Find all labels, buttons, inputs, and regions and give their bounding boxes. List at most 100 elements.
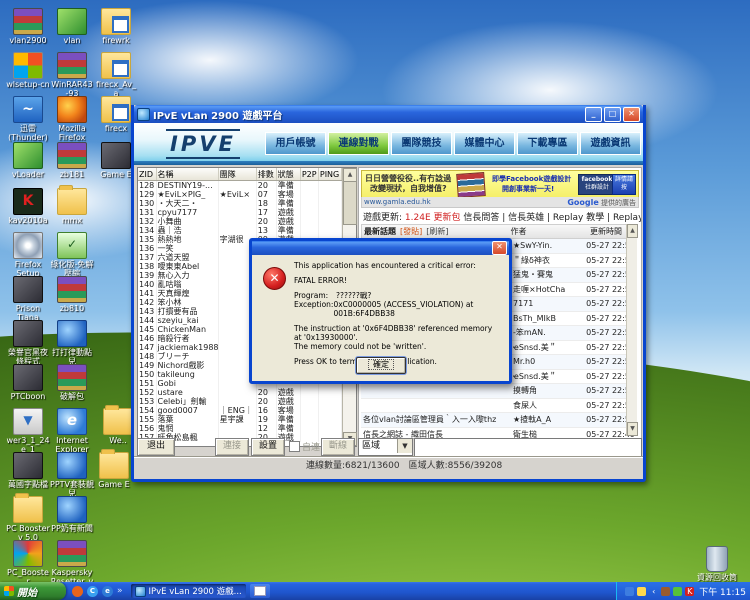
- player-row[interactable]: 152ustare20遊戲: [138, 388, 342, 397]
- connect-button[interactable]: 連接: [215, 438, 249, 456]
- desktop-icon-pc-booster[interactable]: PC_Booster: [6, 540, 50, 586]
- player-cell: 鬼惘: [156, 424, 218, 433]
- task-button[interactable]: [250, 584, 270, 598]
- topic-row[interactable]: 各位vlan討論區管理員｀入一入嚟thz★揸軚A_A05-27 22:50: [361, 413, 637, 428]
- tab-媒體中心[interactable]: 媒體中心: [454, 132, 515, 155]
- region-search-input[interactable]: [414, 438, 642, 458]
- messenger-tray-icon[interactable]: [661, 587, 670, 596]
- desktop-icon-破解包[interactable]: 破解包: [50, 364, 94, 401]
- player-row[interactable]: 153Celebi」劍輸20遊戲: [138, 397, 342, 406]
- player-row[interactable]: 134蟲｜浩13準備: [138, 226, 342, 235]
- refresh-link[interactable]: [刷新]: [426, 226, 448, 237]
- display-icon[interactable]: [625, 587, 634, 596]
- desktop-icon-zb181[interactable]: zb181: [50, 142, 94, 179]
- desktop-icon-firecx-av-a[interactable]: firecx_Av_a: [94, 52, 138, 98]
- minimize-button[interactable]: _: [585, 107, 602, 122]
- player-row[interactable]: 154good0007｜ENG｜16客場: [138, 406, 342, 415]
- desktop-icon-wlsetup-cn[interactable]: wlsetup-cn: [6, 52, 50, 89]
- column-header-名稱[interactable]: 名稱: [156, 168, 218, 181]
- ad-banner[interactable]: 日日營營役役..有冇諗過 改變現狀，自我增值? 即學Facebook遊戲設計 開…: [361, 170, 639, 198]
- desktop-icon-榮譽官黑夜條程式[interactable]: 榮譽官黑夜條程式: [6, 320, 50, 366]
- notes-icon[interactable]: [637, 587, 646, 596]
- desktop-icon-prison-tiana[interactable]: Prison Tiana: [6, 276, 50, 322]
- post-link[interactable]: [發貼]: [400, 226, 422, 237]
- column-header-PING[interactable]: PING: [318, 168, 341, 181]
- close-button[interactable]: ✕: [623, 107, 640, 122]
- messenger-icon[interactable]: C: [87, 586, 98, 597]
- scroll-up-icon[interactable]: ▲: [343, 168, 357, 182]
- update-links[interactable]: 信長問答 | 信長英雄 | Replay 教學 | Replay 舉報: [463, 213, 642, 223]
- desktop-icon-pp奶有新聞[interactable]: PP奶有新聞: [50, 496, 94, 533]
- desktop-icon-萬國字點檔[interactable]: 萬國字點檔: [6, 452, 50, 489]
- desktop-icon-vlan[interactable]: vlan: [50, 8, 94, 45]
- desktop-icon-winrar43-93[interactable]: WinRAR43-93: [50, 52, 94, 98]
- desktop-icon-ptcboon[interactable]: PTCboon: [6, 364, 50, 401]
- chevron-right-icon[interactable]: »: [117, 586, 123, 596]
- ad-url[interactable]: www.gamla.edu.hk: [364, 198, 431, 206]
- desktop-icon-zb810[interactable]: zb810: [50, 276, 94, 313]
- player-row[interactable]: 132小舞曲20遊戲: [138, 217, 342, 226]
- desktop-icon-pptv套裝靚兒[interactable]: PPTV套裝靚兒: [50, 452, 94, 498]
- desktop-icon-迅雷-thunder-[interactable]: ~迅雷(Thunder): [6, 96, 50, 142]
- topic-row[interactable]: 食屎人05-27 22:51: [361, 399, 637, 414]
- column-header-排數[interactable]: 排數: [256, 168, 276, 181]
- desktop-icon-game-e[interactable]: Game E: [92, 452, 136, 489]
- region-dropdown[interactable]: 區域 ▼: [358, 438, 413, 456]
- desktop-icon-打打律動點兒[interactable]: 打打律動點兒: [50, 320, 94, 366]
- desktop-icon-pc-booster-v-5-0[interactable]: PC Booster v 5.0: [6, 496, 50, 542]
- topics-scrollbar[interactable]: ▲ ▼: [626, 224, 637, 436]
- ad-details-button[interactable]: 詳情請按: [612, 174, 636, 195]
- desktop-icon-綠化版-免解壓縮[interactable]: ✓綠化版-免解壓縮: [50, 232, 94, 278]
- tab-連線對戰[interactable]: 連線對戰: [328, 132, 389, 155]
- kaspersky-icon[interactable]: K: [685, 587, 694, 596]
- dialog-close-button[interactable]: ✕: [492, 241, 507, 255]
- player-row[interactable]: 131cpyu717717遊戲: [138, 208, 342, 217]
- disconnect-button[interactable]: 斷線: [321, 438, 355, 456]
- column-header-P2P[interactable]: P2P: [300, 168, 318, 181]
- column-header-狀態[interactable]: 狀態: [276, 168, 300, 181]
- tab-團隊競技[interactable]: 團隊競技: [391, 132, 452, 155]
- scroll-down-icon[interactable]: ▼: [627, 422, 638, 436]
- energy-icon[interactable]: [673, 587, 682, 596]
- desktop-icon-wer3-1-24e-1[interactable]: ▼wer3_1_24e_1: [6, 408, 50, 454]
- checkbox-box[interactable]: [289, 441, 300, 452]
- column-header-ZID[interactable]: ZID: [138, 168, 156, 181]
- task-button[interactable]: IPvE vLan 2900 遊戲...: [131, 584, 246, 598]
- player-table-header[interactable]: ZID名稱團隊排數狀態P2PPING: [138, 168, 342, 181]
- auto-connect-checkbox[interactable]: 自連: [289, 440, 320, 453]
- maximize-button[interactable]: □: [604, 107, 621, 122]
- chevron-down-icon[interactable]: ▼: [397, 439, 412, 453]
- player-row[interactable]: 156鬼惘12準備: [138, 424, 342, 433]
- desktop-icon-internet-explorer[interactable]: eInternet Explorer: [50, 408, 94, 454]
- scroll-up-icon[interactable]: ▲: [627, 224, 638, 238]
- chevron-left-icon[interactable]: ‹: [649, 587, 658, 596]
- desktop-icon-mmx[interactable]: mmx: [50, 188, 94, 225]
- tab-用戶帳號[interactable]: 用戶帳號: [265, 132, 326, 155]
- desktop-icon-firewrk[interactable]: firewrk: [94, 8, 138, 45]
- player-row[interactable]: 155落葉星宇課19準備: [138, 415, 342, 424]
- desktop-icon-vloader[interactable]: vLoader: [6, 142, 50, 179]
- desktop-icon-mozilla-firefox[interactable]: Mozilla Firefox: [50, 96, 94, 142]
- recycle-bin-icon[interactable]: 資源回收筒: [688, 546, 746, 583]
- scroll-thumb[interactable]: [343, 181, 357, 225]
- desktop-icon-kav2010a[interactable]: Kkav2010a: [6, 188, 50, 225]
- topic-title[interactable]: 各位vlan討論區管理員｀入一入嚟thz: [361, 414, 513, 425]
- exit-button[interactable]: 退出: [137, 438, 175, 456]
- settings-button[interactable]: 設置: [251, 438, 285, 456]
- column-header-團隊[interactable]: 團隊: [218, 168, 256, 181]
- window-titlebar[interactable]: IPvE vLan 2900 遊戲平台 _ □ ✕: [134, 105, 643, 123]
- winrar-icon: [57, 52, 87, 79]
- start-button[interactable]: 開始: [0, 582, 66, 600]
- player-row[interactable]: 129★EviL×PIG_★EviL×07客場: [138, 190, 342, 199]
- dialog-titlebar[interactable]: ✕: [252, 241, 509, 255]
- ie-icon[interactable]: e: [102, 586, 113, 597]
- player-row[interactable]: 128DESTINY19-...20準備: [138, 181, 342, 191]
- tab-下載專區[interactable]: 下載專區: [517, 132, 578, 155]
- player-row[interactable]: 130・大天二・18準備: [138, 199, 342, 208]
- ok-button[interactable]: 確定: [356, 357, 406, 374]
- desktop-icon-vlan2900[interactable]: vlan2900: [6, 8, 50, 45]
- firefox-icon[interactable]: [72, 586, 83, 597]
- tab-遊戲資訊[interactable]: 遊戲資訊: [580, 132, 641, 155]
- topic-row[interactable]: 摸轉角05-27 22:52: [361, 384, 637, 399]
- update-package-link[interactable]: 1.24E 更新包: [405, 213, 461, 223]
